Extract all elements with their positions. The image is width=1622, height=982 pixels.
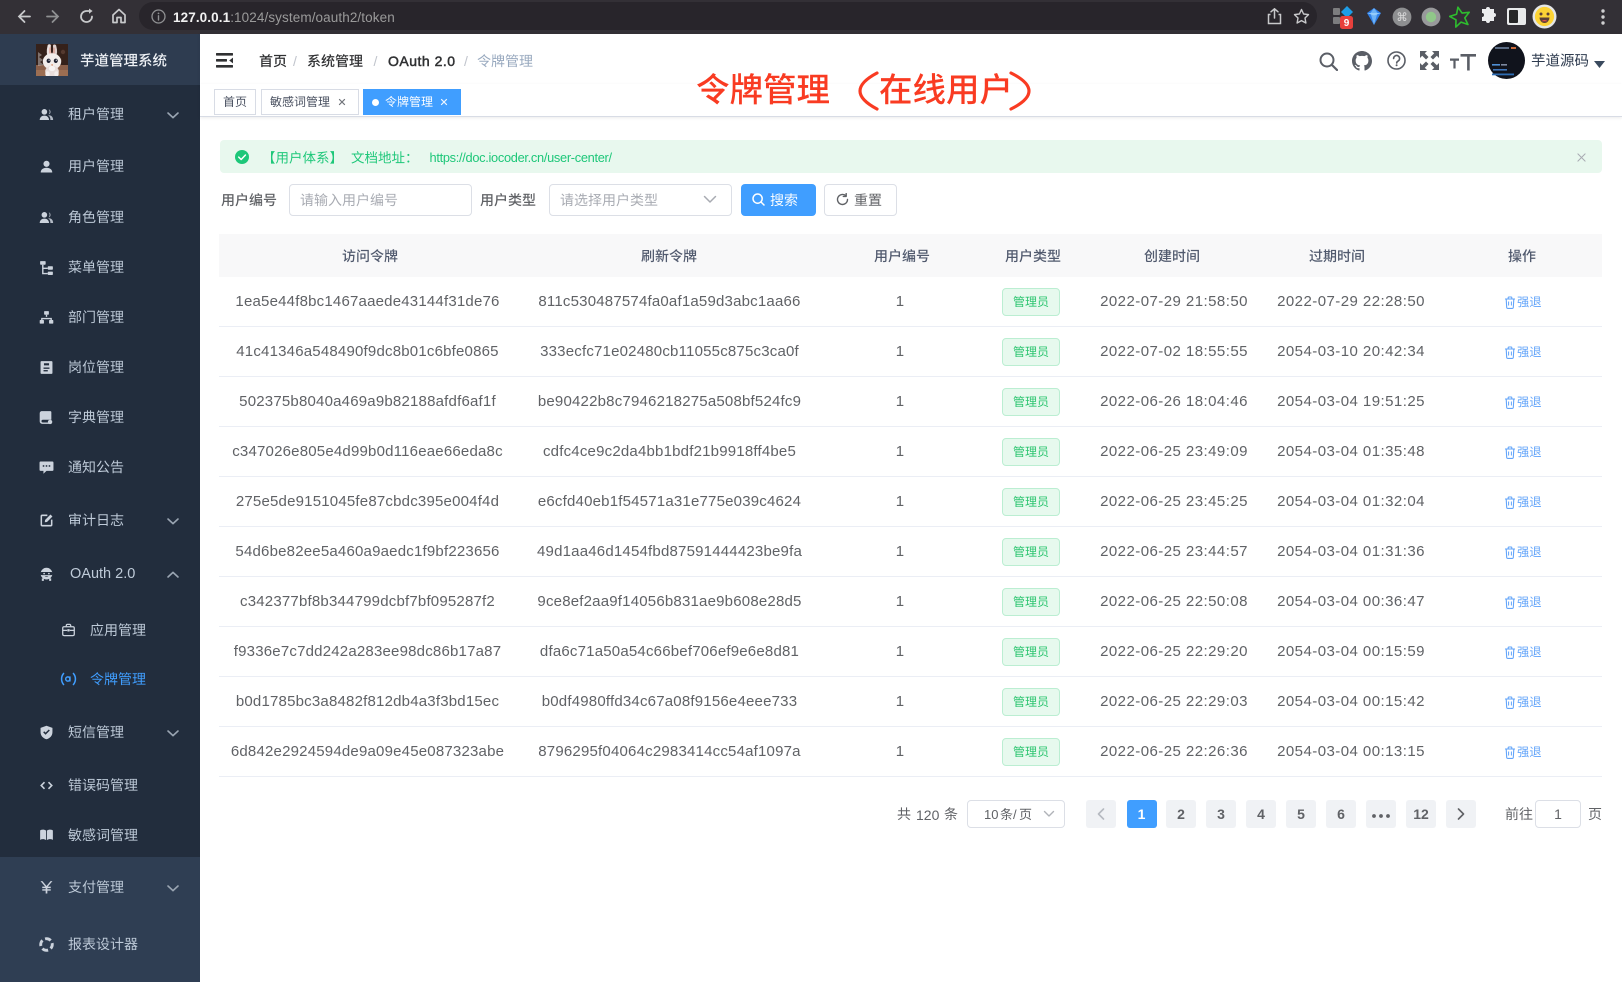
svg-text:⌘: ⌘	[1396, 11, 1408, 24]
svg-text:9: 9	[1344, 18, 1350, 29]
